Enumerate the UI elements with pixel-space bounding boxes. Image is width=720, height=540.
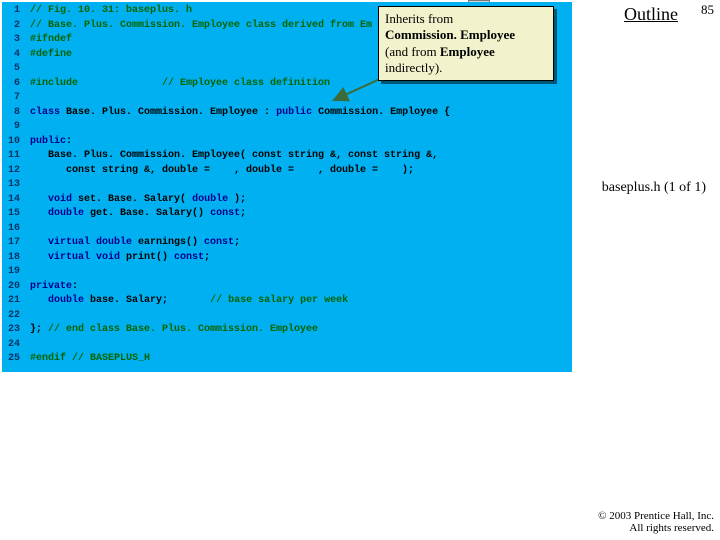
code-token: virtual double [48, 237, 132, 248]
line-num: 23 [2, 323, 20, 338]
code-line: #ifndef [30, 34, 72, 45]
code-token: : [66, 136, 72, 147]
code-token: // base salary per week [210, 295, 348, 306]
callout-text: Employee [440, 44, 495, 59]
callout-text: indirectly). [385, 60, 442, 75]
callout-text: (and from [385, 44, 440, 59]
line-num: 21 [2, 294, 20, 309]
code-token: base. Salary; [84, 295, 210, 306]
code-token: ; [240, 208, 246, 219]
line-num: 16 [2, 222, 20, 237]
code-line: #define [30, 49, 72, 60]
line-num: 9 [2, 120, 20, 135]
callout-text: Inherits from [385, 11, 453, 26]
line-num: 25 [2, 352, 20, 367]
code-token [30, 252, 48, 263]
callout-box: Inherits from Commission. Employee (and … [378, 6, 554, 81]
line-num: 15 [2, 207, 20, 222]
line-num: 22 [2, 309, 20, 324]
code-token: print() [120, 252, 174, 263]
line-num: 7 [2, 91, 20, 106]
code-token: public [276, 107, 312, 118]
code-token: earnings() [132, 237, 204, 248]
line-num: 18 [2, 251, 20, 266]
code-token [30, 295, 48, 306]
code-token: virtual void [48, 252, 120, 263]
file-label: baseplus.h (1 of 1) [602, 180, 706, 196]
line-num: 11 [2, 149, 20, 164]
line-num: 20 [2, 280, 20, 295]
line-num: 6 [2, 77, 20, 92]
code-token: double [192, 194, 228, 205]
line-gutter: 1 2 3 4 5 6 7 8 9 10 11 12 13 14 15 16 1… [2, 2, 24, 372]
code-token: private [30, 281, 72, 292]
code-token: #endif [30, 353, 66, 364]
code-line: const string &, double = , double = , do… [30, 165, 414, 176]
code-token: const [204, 237, 234, 248]
code-token: // BASEPLUS_H [66, 353, 150, 364]
code-line: // Base. Plus. Commission. Employee clas… [30, 20, 372, 31]
code-line: // Fig. 10. 31: baseplus. h [30, 5, 192, 16]
code-token: set. Base. Salary( [72, 194, 192, 205]
code-token: #include [30, 78, 78, 89]
code-token [30, 237, 48, 248]
line-num: 12 [2, 164, 20, 179]
code-line: Base. Plus. Commission. Employee( const … [30, 150, 438, 161]
code-token: double [48, 208, 84, 219]
outline-link[interactable]: Outline [624, 4, 678, 25]
code-token: Commission. Employee { [312, 107, 450, 118]
code-token: // Employee class definition [162, 78, 330, 89]
code-token [78, 78, 162, 89]
code-token: const [174, 252, 204, 263]
code-token: public [30, 136, 66, 147]
line-num: 1 [2, 4, 20, 19]
line-num: 10 [2, 135, 20, 150]
page-number: 85 [701, 2, 714, 18]
code-token [30, 194, 48, 205]
code-token: class [30, 107, 60, 118]
code-token: ); [228, 194, 246, 205]
line-num: 4 [2, 48, 20, 63]
code-token: // end class Base. Plus. Commission. Emp… [48, 324, 318, 335]
line-num: 17 [2, 236, 20, 251]
code-token: const [210, 208, 240, 219]
code-token: void [48, 194, 72, 205]
line-num: 5 [2, 62, 20, 77]
line-num: 3 [2, 33, 20, 48]
line-num: 24 [2, 338, 20, 353]
line-num: 19 [2, 265, 20, 280]
code-token [30, 208, 48, 219]
code-token: }; [30, 324, 48, 335]
copyright: © 2003 Prentice Hall, Inc. All rights re… [598, 510, 714, 534]
code-token: Base. Plus. Commission. Employee : [60, 107, 276, 118]
code-token: ; [204, 252, 210, 263]
code-token: double [48, 295, 84, 306]
callout-text: Commission. Employee [385, 27, 515, 42]
line-num: 8 [2, 106, 20, 121]
code-token: get. Base. Salary() [84, 208, 210, 219]
copyright-line: All rights reserved. [598, 522, 714, 534]
line-num: 14 [2, 193, 20, 208]
code-token: : [72, 281, 78, 292]
code-token: ; [234, 237, 240, 248]
line-num: 13 [2, 178, 20, 193]
copyright-line: © 2003 Prentice Hall, Inc. [598, 510, 714, 522]
line-num: 2 [2, 19, 20, 34]
